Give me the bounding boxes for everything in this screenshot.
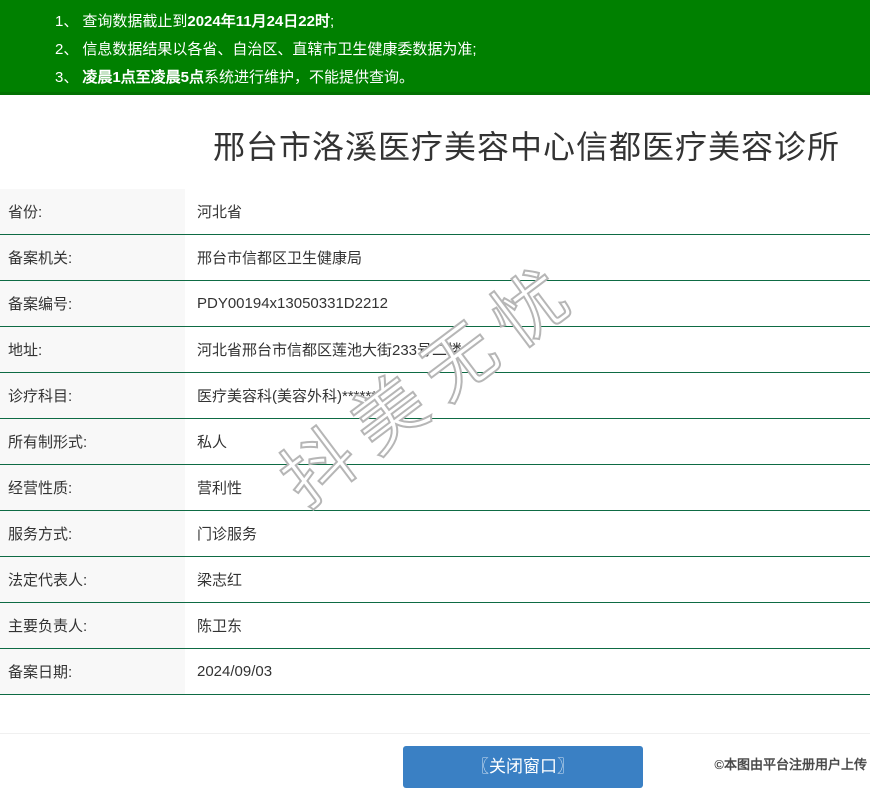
row-label: 地址: [0, 327, 185, 372]
notice-line-3: 3、 凌晨1点至凌晨5点系统进行维护，不能提供查询。 [55, 64, 870, 92]
notice-number: 1、 [55, 13, 79, 30]
row-label: 备案日期: [0, 649, 185, 694]
notice-number: 3、 [55, 69, 79, 86]
notice-banner: 1、 查询数据截止到2024年11月24日22时; 2、 信息数据结果以各省、自治区… [0, 0, 870, 95]
row-value: 门诊服务 [197, 526, 258, 543]
notice-text: ; [329, 13, 335, 30]
page-title: 邢台市洛溪医疗美容中心信都医疗美容诊所 [212, 129, 840, 165]
row-label: 法定代表人: [0, 557, 185, 602]
row-label: 备案编号: [0, 281, 185, 326]
notice-text-bold: 2024年11月24日22时 [187, 13, 330, 30]
notice-number: 2、 [55, 41, 79, 58]
table-row-address: 地址: 河北省邢台市信都区莲池大街233号二楼 [0, 327, 870, 373]
notice-line-1: 1、 查询数据截止到2024年11月24日22时; [55, 8, 870, 36]
row-label: 省份: [0, 189, 185, 234]
row-value: 医疗美容科(美容外科)****** [197, 388, 378, 405]
footer: 〖关闭窗口〗 ©本图由平台注册用户上传 [0, 733, 870, 788]
row-value: PDY00194x13050331D2212 [197, 295, 388, 312]
notice-line-2: 2、 信息数据结果以各省、自治区、直辖市卫生健康委数据为准; [55, 36, 870, 64]
table-row-medical-subjects: 诊疗科目: 医疗美容科(美容外科)****** [0, 373, 870, 419]
row-value: 梁志红 [197, 572, 243, 589]
row-value: 私人 [197, 434, 228, 451]
row-label: 所有制形式: [0, 419, 185, 464]
table-row-legal-representative: 法定代表人: 梁志红 [0, 557, 870, 603]
table-row-ownership-form: 所有制形式: 私人 [0, 419, 870, 465]
close-window-button[interactable]: 〖关闭窗口〗 [403, 746, 643, 788]
row-label: 主要负责人: [0, 603, 185, 648]
row-label: 经营性质: [0, 465, 185, 510]
notice-text-bold: 凌晨1点至凌晨5点 [82, 69, 205, 86]
row-label: 服务方式: [0, 511, 185, 556]
table-row-province: 省份: 河北省 [0, 189, 870, 235]
row-value: 2024/09/03 [197, 663, 273, 680]
table-row-filing-number: 备案编号: PDY00194x13050331D2212 [0, 281, 870, 327]
row-label: 备案机关: [0, 235, 185, 280]
table-row-filing-date: 备案日期: 2024/09/03 [0, 649, 870, 695]
table-row-service-mode: 服务方式: 门诊服务 [0, 511, 870, 557]
notice-text: 系统进行维护，不能提供查询。 [204, 69, 415, 86]
row-value: 陈卫东 [197, 618, 243, 635]
table-row-principal: 主要负责人: 陈卫东 [0, 603, 870, 649]
table-row-business-nature: 经营性质: 营利性 [0, 465, 870, 511]
notice-text: 查询数据截止到 [82, 13, 188, 30]
copyright-stamp: ©本图由平台注册用户上传 [714, 757, 867, 772]
notice-text: 信息数据结果以各省、自治区、直辖市卫生健康委数据为准; [82, 41, 477, 58]
row-value: 河北省 [197, 204, 243, 221]
row-value: 邢台市信都区卫生健康局 [197, 250, 363, 267]
filing-detail-table: 省份: 河北省 备案机关: 邢台市信都区卫生健康局 备案编号: PDY00194… [0, 189, 870, 695]
row-value: 营利性 [197, 480, 243, 497]
row-value: 河北省邢台市信都区莲池大街233号二楼 [197, 342, 463, 359]
row-label: 诊疗科目: [0, 373, 185, 418]
table-row-filing-authority: 备案机关: 邢台市信都区卫生健康局 [0, 235, 870, 281]
